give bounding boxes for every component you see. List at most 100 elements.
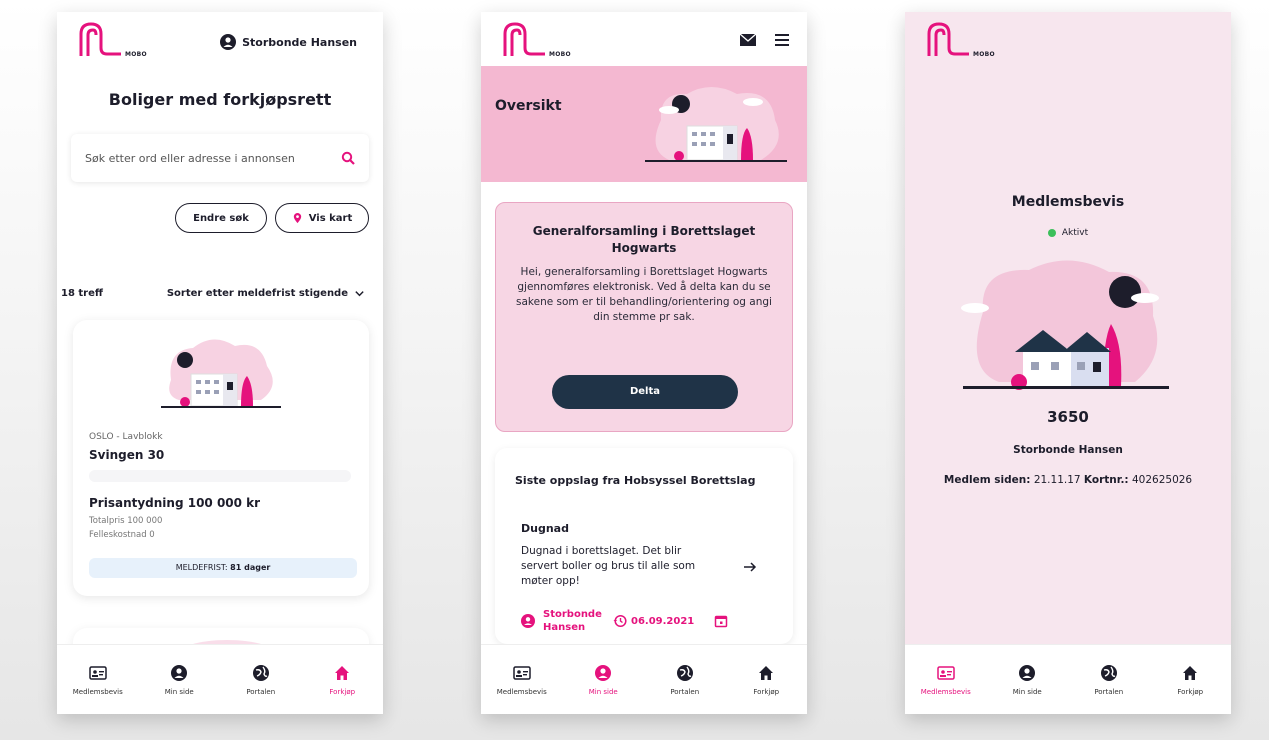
nav-min-side[interactable]: Min side — [144, 664, 214, 696]
show-map-label: Vis kart — [308, 212, 353, 224]
nav-label: Medlemsbevis — [496, 687, 547, 696]
apartment-illustration — [161, 339, 281, 408]
hamburger-menu-icon[interactable] — [773, 32, 791, 48]
phone-screen-forkjop: MOBO Storbonde Hansen Boliger med forkjø… — [57, 12, 383, 714]
home-icon — [759, 665, 774, 680]
nav-forkjop[interactable]: Forkjøp — [731, 664, 801, 696]
mobo-logo[interactable]: MOBO — [925, 18, 1005, 62]
deadline-value: 81 dager — [230, 563, 271, 572]
divider — [89, 470, 351, 482]
status-text: Aktivt — [1061, 228, 1089, 238]
listing-price: Prisantydning 100 000 kr — [89, 496, 261, 510]
post-title[interactable]: Dugnad — [521, 522, 569, 535]
calendar-icon[interactable] — [714, 614, 728, 628]
nav-label: Min side — [588, 687, 618, 696]
id-card-icon — [937, 665, 955, 680]
edit-search-label: Endre søk — [193, 212, 249, 224]
user-name: Storbonde Hansen — [242, 35, 357, 49]
nav-label: Min side — [164, 687, 194, 696]
id-card-icon — [89, 665, 107, 680]
show-map-button[interactable]: Vis kart — [275, 203, 369, 233]
user-icon — [595, 664, 612, 681]
meeting-card: Generalforsamling i Borettslaget Hogwart… — [495, 202, 793, 432]
nav-label: Forkjøp — [753, 687, 780, 696]
nav-min-side[interactable]: Min side — [992, 664, 1062, 696]
nav-label: Portalen — [1094, 687, 1124, 696]
sort-label: Sorter etter meldefrist stigende — [166, 288, 348, 299]
card-number-label: Kortnr.: — [1083, 474, 1129, 486]
header-actions — [739, 32, 791, 48]
post-date-text: 06.09.2021 — [631, 615, 695, 627]
nav-forkjop[interactable]: Forkjøp — [307, 664, 377, 696]
listing-card[interactable]: OSLO - Lavblokk Svingen 30 Prisantydning… — [73, 320, 369, 596]
user-menu[interactable]: Storbonde Hansen — [220, 34, 357, 50]
page-title: Oversikt — [495, 98, 562, 114]
member-meta: Medlem siden: 21.11.17 Kortnr.: 40262502… — [905, 474, 1231, 486]
mobo-logo[interactable]: MOBO — [77, 18, 157, 62]
deadline-label: MELDEFRIST: — [175, 563, 228, 572]
sort-dropdown[interactable]: Sorter etter meldefrist stigende — [167, 288, 365, 299]
join-meeting-button[interactable]: Delta — [552, 375, 738, 409]
nav-label: Medlemsbevis — [920, 687, 971, 696]
chevron-down-icon — [355, 291, 364, 297]
post-date: 06.09.2021 — [613, 614, 694, 628]
member-number: 3650 — [1047, 408, 1089, 426]
logo-wordmark: MOBO — [549, 51, 571, 58]
hero-banner — [481, 66, 807, 182]
search-input[interactable]: Søk etter ord eller adresse i annonsen — [71, 134, 369, 182]
member-since-value: 21.11.17 — [1033, 474, 1081, 486]
nav-medlemsbevis[interactable]: Medlemsbevis — [487, 664, 557, 696]
nav-medlemsbevis[interactable]: Medlemsbevis — [911, 664, 981, 696]
logo-wordmark: MOBO — [125, 51, 147, 58]
nav-medlemsbevis[interactable]: Medlemsbevis — [63, 664, 133, 696]
user-icon — [521, 614, 535, 628]
globe-icon — [676, 664, 693, 681]
page-title: Medlemsbevis — [1011, 194, 1125, 210]
bottom-nav: Medlemsbevis Min side Portalen Forkjøp — [57, 644, 383, 714]
mobo-logo[interactable]: MOBO — [501, 18, 581, 62]
posts-heading: Siste oppslag fra Hobsyssel Borettslag — [515, 474, 756, 487]
post-meta: Storbonde Hansen 06.09.2021 — [521, 608, 728, 634]
nav-min-side[interactable]: Min side — [568, 664, 638, 696]
member-since-label: Medlem siden: — [943, 474, 1031, 486]
nav-label: Min side — [1012, 687, 1042, 696]
deadline-badge: MELDEFRIST: 81 dager — [89, 558, 357, 578]
nav-portalen[interactable]: Portalen — [1074, 664, 1144, 696]
nav-portalen[interactable]: Portalen — [650, 664, 720, 696]
status-badge: Aktivt — [905, 228, 1231, 238]
edit-search-button[interactable]: Endre søk — [175, 203, 267, 233]
house-illustration — [961, 260, 1169, 390]
nav-label: Portalen — [246, 687, 276, 696]
nav-forkjop[interactable]: Forkjøp — [1155, 664, 1225, 696]
arrow-right-icon[interactable] — [743, 560, 757, 574]
post-author: Storbonde Hansen — [543, 609, 602, 633]
posts-card: Siste oppslag fra Hobsyssel Borettslag D… — [495, 448, 793, 644]
hit-count: 18 treff — [61, 288, 103, 299]
nav-label: Medlemsbevis — [72, 687, 123, 696]
home-icon — [335, 665, 350, 680]
logo-wordmark: MOBO — [973, 51, 995, 58]
globe-icon — [252, 664, 269, 681]
id-card-icon — [513, 665, 531, 680]
listing-address: Svingen 30 — [89, 448, 165, 462]
search-icon[interactable] — [341, 151, 355, 165]
nav-label: Portalen — [670, 687, 700, 696]
meeting-body: Hei, generalforsamling i Borettslaget Ho… — [516, 266, 772, 323]
map-pin-icon — [293, 212, 301, 223]
meeting-title: Generalforsamling i Borettslaget Hogwart… — [532, 224, 756, 255]
user-icon — [1019, 664, 1036, 681]
home-icon — [1183, 665, 1198, 680]
post-body: Dugnad i borettslaget. Det blir servert … — [521, 545, 696, 587]
bottom-nav: Medlemsbevis Min side Portalen Forkjøp — [481, 644, 807, 714]
listing-location: OSLO - Lavblokk — [89, 432, 163, 442]
user-icon — [171, 664, 188, 681]
history-clock-icon — [613, 614, 627, 628]
search-placeholder: Søk etter ord eller adresse i annonsen — [85, 151, 295, 165]
mail-icon[interactable] — [739, 32, 757, 48]
bottom-nav: Medlemsbevis Min side Portalen Forkjøp — [905, 644, 1231, 714]
nav-portalen[interactable]: Portalen — [226, 664, 296, 696]
user-icon — [220, 34, 237, 50]
page-title: Boliger med forkjøpsrett — [108, 90, 332, 109]
member-name: Storbonde Hansen — [1013, 444, 1123, 456]
phone-screen-min-side: MOBO Oversikt Generalforsamling i Borett… — [481, 12, 807, 714]
